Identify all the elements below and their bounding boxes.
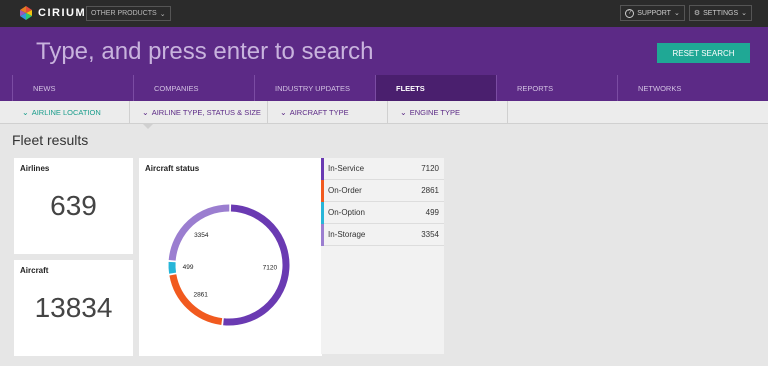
chevron-down-icon: ⌄ bbox=[142, 107, 149, 117]
legend-row-in-storage[interactable]: In-Storage 3354 bbox=[321, 224, 444, 246]
legend-color-bar bbox=[321, 224, 324, 246]
airlines-count: 639 bbox=[50, 190, 97, 221]
filter-label: AIRCRAFT TYPE bbox=[289, 107, 349, 117]
tab-news[interactable]: NEWS bbox=[12, 75, 133, 101]
legend-value: 2861 bbox=[421, 186, 439, 195]
top-right-menu: ? SUPPORT ⌄ ⚙ SETTINGS ⌄ bbox=[620, 5, 752, 21]
filter-engine-type[interactable]: ⌄ ENGINE TYPE bbox=[388, 101, 508, 123]
chevron-down-icon: ⌄ bbox=[159, 10, 166, 18]
filter-label: ENGINE TYPE bbox=[409, 107, 460, 117]
cirium-logo-icon bbox=[20, 6, 32, 20]
legend-label: On-Order bbox=[328, 186, 362, 195]
filter-aircraft-type[interactable]: ⌄ AIRCRAFT TYPE bbox=[268, 101, 388, 123]
chevron-down-icon: ⌄ bbox=[741, 10, 747, 17]
legend-row-on-order[interactable]: On-Order 2861 bbox=[321, 180, 444, 202]
aircraft-card: Aircraft 13834 bbox=[14, 260, 133, 356]
main-nav: NEWS COMPANIES INDUSTRY UPDATES FLEETS R… bbox=[0, 75, 768, 101]
brand-name: CIRIUM bbox=[38, 7, 87, 19]
legend-label: In-Storage bbox=[328, 230, 366, 239]
donut-label-on-order: 2861 bbox=[193, 292, 208, 299]
cirium-logo[interactable]: CIRIUM bbox=[18, 4, 86, 22]
top-bar: CIRIUM OTHER PRODUCTS ⌄ ? SUPPORT ⌄ ⚙ SE… bbox=[0, 0, 768, 27]
settings-label: SETTINGS bbox=[703, 9, 739, 17]
filter-label: AIRLINE LOCATION bbox=[31, 107, 101, 117]
donut-label-on-option: 499 bbox=[183, 264, 194, 271]
aircraft-label: Aircraft bbox=[20, 266, 49, 275]
other-products-label: OTHER PRODUCTS bbox=[91, 10, 157, 17]
chevron-down-icon: ⌄ bbox=[280, 107, 287, 117]
help-icon: ? bbox=[625, 8, 635, 18]
legend-value: 7120 bbox=[421, 164, 439, 173]
chevron-down-icon: ⌄ bbox=[400, 107, 407, 117]
tab-networks[interactable]: NETWORKS bbox=[617, 75, 738, 101]
filter-bar: ⌄ AIRLINE LOCATION ⌄ AIRLINE TYPE, STATU… bbox=[0, 101, 768, 124]
legend-row-on-option[interactable]: On-Option 499 bbox=[321, 202, 444, 224]
gear-icon: ⚙ bbox=[693, 10, 701, 17]
donut-slice-on-option[interactable] bbox=[168, 261, 177, 274]
legend-value: 499 bbox=[425, 208, 439, 217]
other-products-dropdown[interactable]: OTHER PRODUCTS ⌄ bbox=[86, 6, 171, 21]
reset-search-button[interactable]: RESET SEARCH bbox=[657, 43, 750, 63]
donut-label-in-storage: 3354 bbox=[194, 232, 209, 239]
tab-fleets[interactable]: FLEETS bbox=[375, 75, 496, 101]
legend-color-bar bbox=[321, 202, 324, 224]
filter-label: AIRLINE TYPE, STATUS & SIZE bbox=[151, 107, 261, 117]
legend-color-bar bbox=[321, 180, 324, 202]
donut-chart: 7120 2861 499 3354 bbox=[168, 204, 290, 326]
legend-row-in-service[interactable]: In-Service 7120 bbox=[321, 158, 444, 180]
support-label: SUPPORT bbox=[637, 9, 671, 17]
legend-label: In-Service bbox=[328, 164, 365, 173]
donut-label-in-service: 7120 bbox=[263, 265, 278, 272]
filter-airline-location[interactable]: ⌄ AIRLINE LOCATION bbox=[0, 101, 130, 123]
legend-label: On-Option bbox=[328, 208, 365, 217]
page-title: Fleet results bbox=[12, 132, 89, 148]
legend-value: 3354 bbox=[421, 230, 439, 239]
status-legend: In-Service 7120 On-Order 2861 On-Option … bbox=[321, 158, 444, 354]
tab-industry-updates[interactable]: INDUSTRY UPDATES bbox=[254, 75, 375, 101]
tab-companies[interactable]: COMPANIES bbox=[133, 75, 254, 101]
settings-button[interactable]: ⚙ SETTINGS ⌄ bbox=[688, 5, 752, 21]
search-band: Type, and press enter to search RESET SE… bbox=[0, 27, 768, 75]
filter-airline-type[interactable]: ⌄ AIRLINE TYPE, STATUS & SIZE bbox=[130, 101, 268, 123]
legend-color-bar bbox=[321, 158, 324, 180]
airlines-card: Airlines 639 bbox=[14, 158, 133, 254]
active-filter-pointer bbox=[142, 123, 154, 129]
search-input[interactable]: Type, and press enter to search bbox=[36, 38, 374, 66]
chevron-down-icon: ⌄ bbox=[673, 10, 680, 17]
aircraft-count: 13834 bbox=[34, 292, 113, 323]
airlines-label: Airlines bbox=[20, 164, 50, 173]
aircraft-status-card: Aircraft status 7120 2861 499 3354 bbox=[139, 158, 322, 356]
tab-reports[interactable]: REPORTS bbox=[496, 75, 617, 101]
support-button[interactable]: ? SUPPORT ⌄ bbox=[620, 5, 685, 21]
chevron-down-icon: ⌄ bbox=[22, 107, 29, 117]
